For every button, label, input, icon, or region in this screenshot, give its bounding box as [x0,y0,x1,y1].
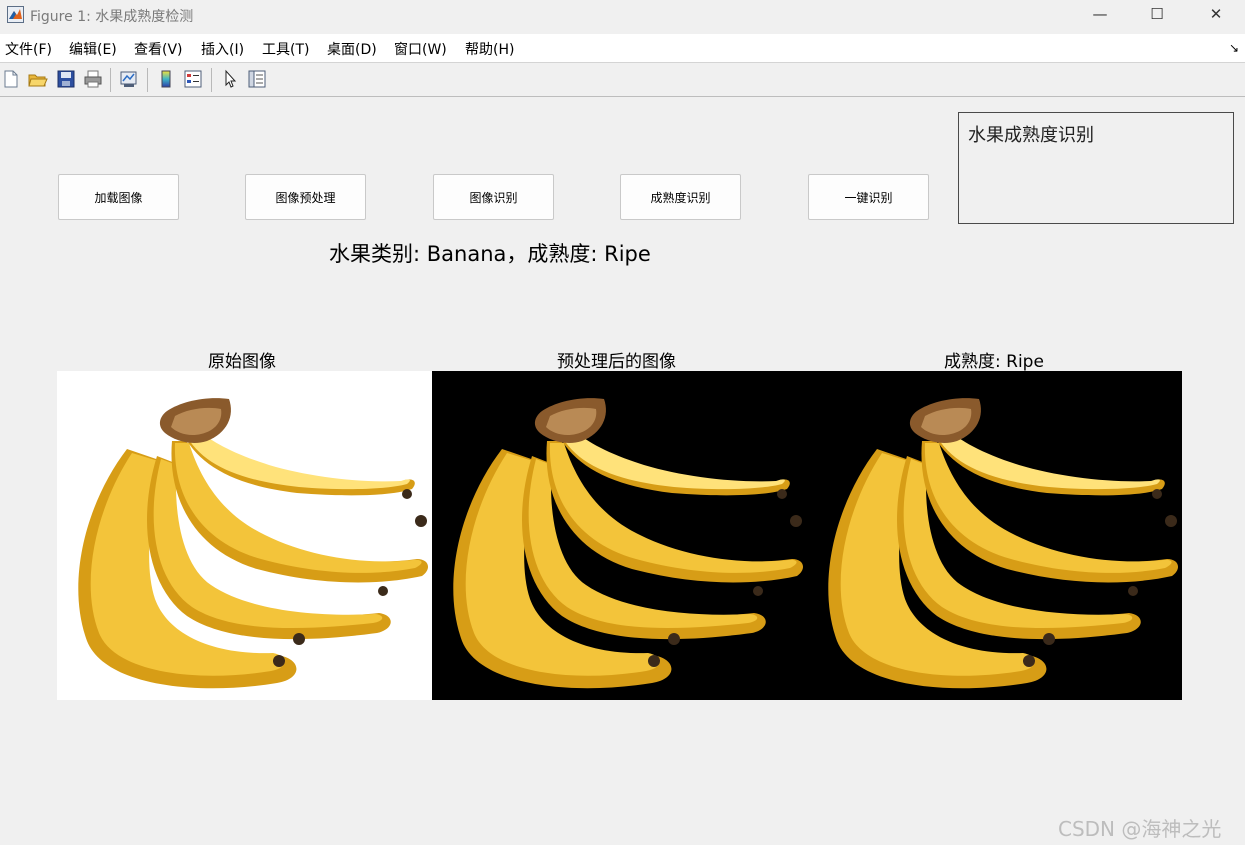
open-file-icon[interactable] [28,69,48,89]
new-figure-icon[interactable] [1,69,21,89]
ripeness-image-title: 成熟度: Ripe [944,352,1044,372]
result-label: 水果类别: Banana，成熟度: Ripe [329,242,651,266]
menu-insert[interactable]: 插入(I) [201,39,244,59]
menu-view[interactable]: 查看(V) [134,39,183,59]
pointer-icon[interactable] [220,69,240,89]
preprocessed-image-axes [432,371,807,700]
load-image-button[interactable]: 加载图像 [58,174,179,220]
info-box-text: 水果成熟度识别 [968,125,1094,146]
menu-bar: 文件(F) 编辑(E) 查看(V) 插入(I) 工具(T) 桌面(D) 窗口(W… [0,34,1245,62]
one-click-recognition-button[interactable]: 一键识别 [808,174,929,220]
menu-desktop[interactable]: 桌面(D) [327,39,377,59]
banana-image [57,371,432,700]
banana-image [807,371,1182,700]
watermark-text: CSDN @海神之光 [1058,817,1222,841]
minimize-button[interactable]: — [1070,0,1130,31]
title-bar: Figure 1: 水果成熟度检测 — ☐ ✕ [0,0,1245,31]
matlab-icon [7,6,24,23]
ripeness-image-axes [807,371,1182,700]
menu-tools[interactable]: 工具(T) [262,39,309,59]
property-inspector-icon[interactable] [247,69,267,89]
original-image-axes [57,371,432,700]
menu-window[interactable]: 窗口(W) [394,39,447,59]
info-text-box: 水果成熟度识别 [958,112,1234,224]
legend-icon[interactable] [183,69,203,89]
preprocessed-image-title: 预处理后的图像 [557,352,676,372]
menu-edit[interactable]: 编辑(E) [69,39,117,59]
link-plot-icon[interactable] [119,69,139,89]
menu-help[interactable]: 帮助(H) [465,39,514,59]
ripeness-recognition-button[interactable]: 成熟度识别 [620,174,741,220]
save-icon[interactable] [56,69,76,89]
figure-toolbar [0,62,1245,97]
toolbar-separator [147,68,148,92]
banana-image [432,371,807,700]
window-title: Figure 1: 水果成熟度检测 [30,9,194,25]
maximize-button[interactable]: ☐ [1127,0,1187,31]
menu-file[interactable]: 文件(F) [5,39,52,59]
original-image-title: 原始图像 [208,352,276,372]
toolbar-separator [211,68,212,92]
print-icon[interactable] [83,69,103,89]
toolbar-separator [110,68,111,92]
image-recognition-button[interactable]: 图像识别 [433,174,554,220]
preprocess-button[interactable]: 图像预处理 [245,174,366,220]
dock-arrow-icon[interactable]: ↘ [1229,41,1239,55]
close-button[interactable]: ✕ [1186,0,1245,31]
colorbar-icon[interactable] [156,69,176,89]
